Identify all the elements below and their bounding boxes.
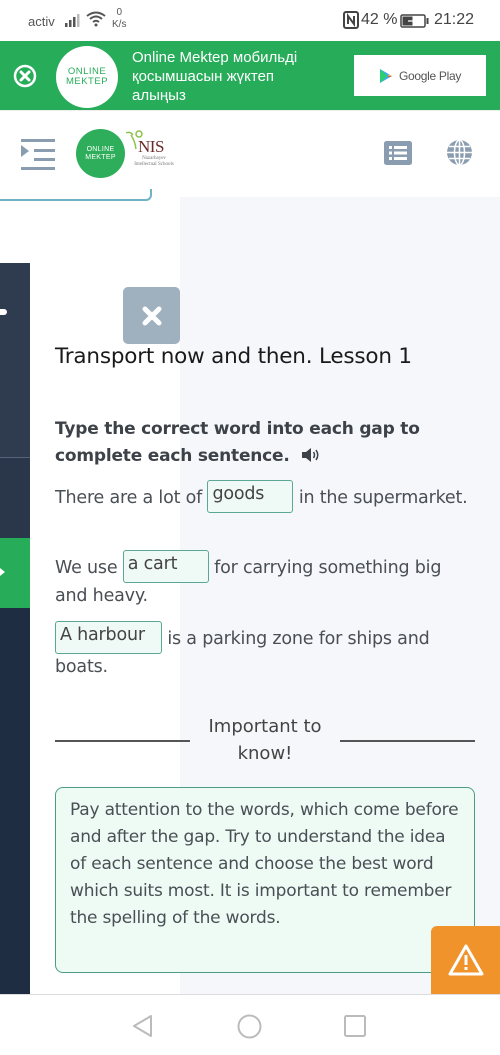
side-nav-item-active[interactable] xyxy=(0,538,30,608)
back-icon[interactable] xyxy=(131,1014,155,1038)
globe-icon[interactable] xyxy=(446,139,473,166)
info-box: Pay attention to the words, which come b… xyxy=(55,787,475,973)
close-banner-icon[interactable] xyxy=(13,64,37,88)
nis-title: NIS xyxy=(138,137,164,156)
divider-right xyxy=(340,740,475,742)
play-store-icon xyxy=(379,68,392,83)
logo-text-line2: MEKTEP xyxy=(65,76,109,87)
online-mektep-logo: ONLINE MEKTEP xyxy=(56,46,118,108)
status-bar: activ 0 K/s 42 % 21:22 xyxy=(0,0,500,41)
logo-text-line1: ONLINE xyxy=(86,146,115,153)
online-mektep-logo[interactable]: ONLINE MEKTEP xyxy=(76,129,125,178)
carrier-label: activ xyxy=(28,14,55,29)
gap-input[interactable]: A harbour xyxy=(55,621,162,654)
report-problem-button[interactable] xyxy=(431,926,500,994)
signal-icon xyxy=(65,14,80,27)
instruction-text: Type the correct word into each gap to c… xyxy=(55,419,420,466)
warning-icon xyxy=(448,944,483,976)
divider-left xyxy=(55,740,190,742)
sentence-text-after: in the supermarket. xyxy=(293,488,468,508)
side-nav-item[interactable] xyxy=(0,263,30,458)
menu-icon[interactable] xyxy=(20,137,56,171)
chevron-right-icon xyxy=(0,568,5,576)
system-navigation-bar xyxy=(0,994,500,1055)
lesson-page: Transport now and then. Lesson 1 Type th… xyxy=(0,189,500,994)
important-heading: Important to know! xyxy=(208,716,322,764)
task-instruction: Type the correct word into each gap to c… xyxy=(55,416,475,470)
list-icon[interactable] xyxy=(384,141,412,165)
google-play-button[interactable]: Google Play xyxy=(354,55,486,96)
google-play-label: Google Play xyxy=(398,68,462,83)
close-icon xyxy=(142,306,161,325)
sentence-text-before: There are a lot of xyxy=(55,488,208,508)
sentence-3: A harbour is a parking zone for ships an… xyxy=(55,621,475,681)
nfc-icon xyxy=(343,11,359,29)
sentence-2: We use a cart for carrying something big… xyxy=(55,550,475,610)
side-nav-item[interactable] xyxy=(0,458,30,538)
wifi-icon xyxy=(86,11,106,27)
side-navigation xyxy=(0,263,30,994)
close-lesson-button[interactable] xyxy=(123,287,180,344)
nis-logo: NIS Nazarbayev Intellectual Schools xyxy=(126,129,174,179)
recent-apps-icon[interactable] xyxy=(344,1015,366,1037)
net-speed-unit: K/s xyxy=(112,19,127,30)
banner-text: Online Mektep мобильді қосымшасын жүктеп… xyxy=(132,49,298,104)
gap-input[interactable]: goods xyxy=(207,480,294,513)
tab-edge xyxy=(0,189,152,201)
lesson-title: Transport now and then. Lesson 1 xyxy=(55,344,412,369)
battery-charging-icon xyxy=(400,14,429,28)
net-speed-value: 0 xyxy=(116,7,122,18)
network-speed: 0 K/s xyxy=(112,7,126,31)
battery-percent: 42 % xyxy=(361,11,398,28)
clock: 21:22 xyxy=(434,11,475,28)
nis-subtitle: Nazarbayev Intellectual Schools xyxy=(134,156,174,167)
app-download-banner: ONLINE MEKTEP Online Mektep мобильді қос… xyxy=(0,41,500,110)
home-icon[interactable] xyxy=(237,1014,262,1039)
gap-input[interactable]: a cart xyxy=(122,550,209,583)
logo-text-line2: MEKTEP xyxy=(85,153,116,161)
sentence-1: There are a lot of goods in the supermar… xyxy=(55,480,475,513)
app-header: ONLINE MEKTEP NIS Nazarbayev Intellectua… xyxy=(0,110,500,197)
speaker-icon[interactable] xyxy=(301,447,321,463)
side-nav-marker xyxy=(0,309,7,315)
sentence-text-before: We use xyxy=(55,558,123,578)
